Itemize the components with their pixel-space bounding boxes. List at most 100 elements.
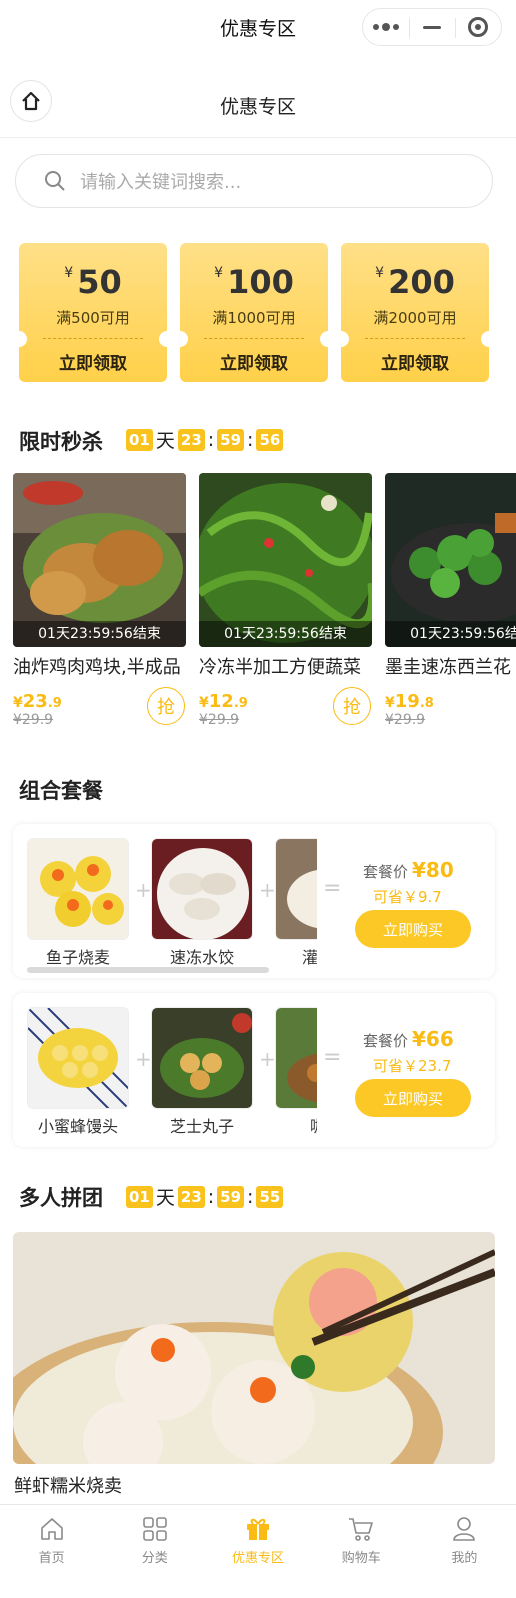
page-title: 优惠专区 xyxy=(219,96,296,118)
minimize-button[interactable] xyxy=(409,9,455,45)
nav-bar: 优惠专区 xyxy=(0,56,516,138)
more-button[interactable] xyxy=(363,9,409,45)
cart-icon xyxy=(349,1518,374,1541)
coupon-card[interactable]: ¥200 满2000可用 立即领取 xyxy=(341,243,489,382)
timer-day-label: 天 xyxy=(155,430,175,452)
combo-item-name: 咖喱 xyxy=(275,1113,317,1137)
combo-savings: 可省￥23.7 xyxy=(373,1057,452,1075)
buy-now-button[interactable]: 立即购买 xyxy=(355,1079,471,1117)
horizontal-scrollbar[interactable] xyxy=(27,967,269,973)
combo-item-image xyxy=(275,1007,317,1109)
combo-item-image xyxy=(151,1007,253,1109)
price-decimal: .9 xyxy=(47,696,62,711)
claim-coupon-button[interactable]: 立即领取 xyxy=(341,349,489,374)
coupon-notch xyxy=(180,331,188,347)
tab-label: 购物车 xyxy=(341,1551,381,1566)
gift-icon xyxy=(247,1518,269,1540)
currency-symbol: ¥ xyxy=(375,265,385,281)
tab-home[interactable]: 首页 xyxy=(0,1505,103,1598)
countdown-label: 01天23:59:56结束 xyxy=(385,621,516,647)
combo-item[interactable]: 鱼子烧麦 xyxy=(27,838,129,968)
tab-cart[interactable]: 购物车 xyxy=(310,1505,413,1598)
timer-days: 01 xyxy=(126,1185,153,1208)
product-price: ¥19.8 xyxy=(385,691,516,712)
currency-symbol: ¥ xyxy=(13,695,23,711)
product-image: 01天23:59:56结束 xyxy=(13,473,186,647)
claim-coupon-button[interactable]: 立即领取 xyxy=(19,349,167,374)
coupon-notch xyxy=(481,331,489,347)
price-decimal: .9 xyxy=(233,696,248,711)
combo-card[interactable]: 鱼子烧麦 + 速冻水饺 + 灌汤包 = 套餐价¥80 可省￥9.7 立即购买 xyxy=(13,824,495,978)
combo-card[interactable]: 小蜜蜂馒头 + 芝士丸子 + 咖喱 = 套餐价¥66 可省￥23.7 立即购买 xyxy=(13,993,495,1147)
coupon-card[interactable]: ¥50 满500可用 立即领取 xyxy=(19,243,167,382)
equals-icon: = xyxy=(323,1045,342,1070)
combo-item-image xyxy=(27,838,129,940)
timer-minutes: 59 xyxy=(217,428,245,451)
plus-icon: + xyxy=(135,1047,152,1071)
plus-icon: + xyxy=(259,878,276,902)
original-price: ¥29.9 xyxy=(385,712,426,728)
combo-savings: 可省￥9.7 xyxy=(373,888,442,906)
combo-items-strip[interactable]: 鱼子烧麦 + 速冻水饺 + 灌汤包 xyxy=(27,838,317,968)
flash-product-card[interactable]: 01天23:59:56结束 冷冻半加工方便蔬菜 ¥12.9 ¥29.9 抢 xyxy=(199,473,372,728)
buy-now-button[interactable]: 立即购买 xyxy=(355,910,471,948)
combo-item-name: 速冻水饺 xyxy=(169,948,234,967)
grab-button[interactable]: 抢 xyxy=(147,687,185,725)
timer-days: 01 xyxy=(126,428,153,451)
flash-product-card[interactable]: 01天23:59:56结束 油炸鸡肉鸡块,半成品 ¥23.9 ¥29.9 抢 xyxy=(13,473,186,728)
coupon-condition: 满2000可用 xyxy=(373,309,457,327)
timer-minutes: 59 xyxy=(217,1185,245,1208)
currency-symbol: ¥ xyxy=(64,265,74,281)
group-buy-title: 多人拼团 xyxy=(19,1186,103,1210)
countdown-label: 01天23:59:56结束 xyxy=(13,621,186,647)
combo-item[interactable]: 速冻水饺 xyxy=(151,838,253,968)
target-icon xyxy=(468,17,488,37)
claim-coupon-button[interactable]: 立即领取 xyxy=(180,349,328,374)
coupon-condition: 满1000可用 xyxy=(212,309,296,327)
main-content: 请输入关键词搜索... ¥50 满500可用 立即领取 ¥100 满1000可用… xyxy=(0,138,516,1504)
group-product-image[interactable] xyxy=(13,1232,495,1464)
grab-button[interactable]: 抢 xyxy=(333,687,371,725)
combo-item-image xyxy=(275,838,317,940)
tab-category[interactable]: 分类 xyxy=(103,1505,206,1598)
combo-item-image xyxy=(27,1007,129,1109)
product-name: 油炸鸡肉鸡块,半成品 xyxy=(13,657,181,678)
coupon-notch xyxy=(159,331,167,347)
timer-separator: : xyxy=(207,1185,215,1208)
flash-sale-title: 限时秒杀 xyxy=(19,430,103,454)
search-input[interactable]: 请输入关键词搜索... xyxy=(15,154,493,208)
combo-item[interactable]: 芝士丸子 xyxy=(151,1007,253,1137)
group-buy-timer: 01 天 23 : 59 : 55 xyxy=(126,1183,284,1210)
combo-item[interactable]: 小蜜蜂馒头 xyxy=(27,1007,129,1137)
combo-price-value: ¥66 xyxy=(412,1027,454,1051)
combo-price-label: 套餐价 xyxy=(363,863,409,881)
coupon-condition: 满500可用 xyxy=(56,309,130,327)
combo-item[interactable]: 咖喱 xyxy=(275,1007,317,1137)
bottom-tab-bar: 首页 分类 优惠专区 购物车 我的 xyxy=(0,1504,516,1598)
currency-symbol: ¥ xyxy=(199,695,209,711)
coupon-card[interactable]: ¥100 满1000可用 立即领取 xyxy=(180,243,328,382)
tab-promotions[interactable]: 优惠专区 xyxy=(206,1505,309,1598)
timer-seconds: 56 xyxy=(256,428,284,451)
countdown-label: 01天23:59:56结束 xyxy=(199,621,372,647)
coupon-amount: 100 xyxy=(227,263,294,301)
combo-items-strip[interactable]: 小蜜蜂馒头 + 芝士丸子 + 咖喱 xyxy=(27,1007,317,1137)
timer-separator: : xyxy=(247,428,254,451)
flash-sale-timer: 01 天 23 : 59 : 56 xyxy=(126,426,284,453)
combo-price: 套餐价 ¥66 xyxy=(363,1027,454,1051)
close-program-button[interactable] xyxy=(455,9,501,45)
coupon-divider xyxy=(204,338,304,339)
combo-item-name: 鱼子烧麦 xyxy=(45,948,110,967)
timer-hours: 23 xyxy=(177,1185,205,1208)
tab-profile[interactable]: 我的 xyxy=(413,1505,516,1598)
tab-label: 优惠专区 xyxy=(232,1551,285,1566)
coupon-divider xyxy=(43,338,143,339)
flash-product-card[interactable]: 01天23:59:56结束 墨圭速冻西兰花 ¥19.8 ¥29.9 xyxy=(385,473,516,728)
tab-label: 首页 xyxy=(38,1551,65,1566)
combo-item[interactable]: 灌汤包 xyxy=(275,838,317,968)
equals-icon: = xyxy=(323,876,342,901)
group-product-name: 鲜虾糯米烧卖 xyxy=(14,1476,122,1497)
timer-hours: 23 xyxy=(177,428,205,451)
more-dots-icon xyxy=(373,22,399,31)
product-image: 01天23:59:56结束 xyxy=(199,473,372,647)
